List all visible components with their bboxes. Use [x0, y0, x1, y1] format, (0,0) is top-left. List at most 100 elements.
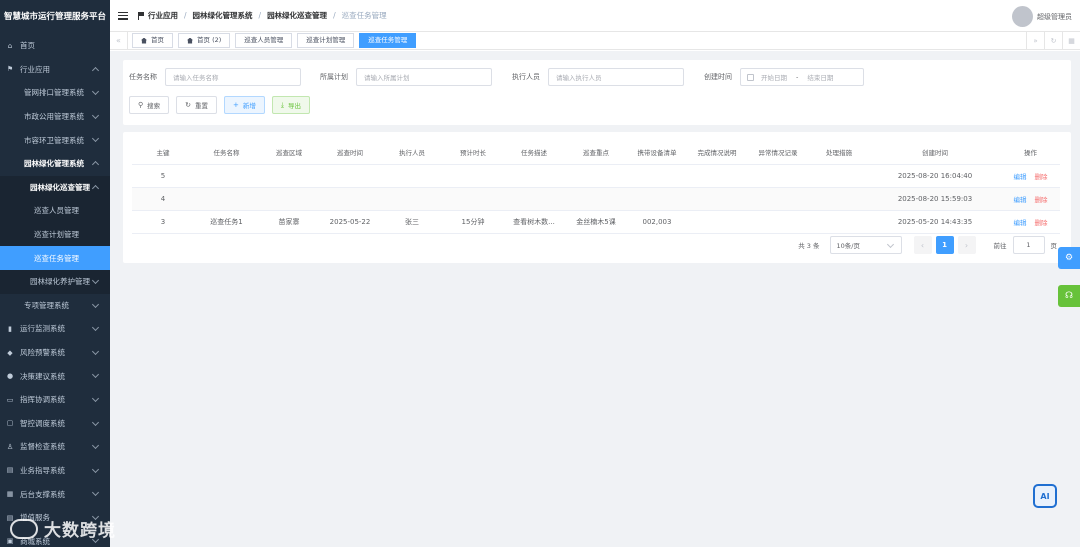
sidebar-item-monitor[interactable]: ▮ 运行监测系统	[0, 317, 110, 341]
scroll-right-icon[interactable]: »	[1026, 32, 1044, 49]
col-header: 创建时间	[869, 140, 1001, 165]
date-range-picker[interactable]: 开始日期 - 结束日期	[740, 68, 864, 86]
sidebar-item-patrol-staff[interactable]: 巡查人员管理	[0, 199, 110, 223]
search-button[interactable]: ⚲ 搜索	[129, 96, 170, 114]
ai-assistant-button[interactable]: AI	[1033, 484, 1057, 508]
refresh-icon[interactable]: ↻	[1044, 32, 1062, 49]
sidebar-item-home[interactable]: ⌂ 首页	[0, 34, 110, 58]
tag-patrol-staff[interactable]: 巡查人员管理	[235, 33, 293, 48]
form-item-task-name: 任务名称 请输入任务名称	[129, 68, 301, 86]
tag-label: 巡查计划管理	[306, 36, 346, 44]
goto-page-input[interactable]: 1	[1012, 236, 1045, 254]
sidebar-item-dispatch[interactable]: ▢ 智控调度系统	[0, 412, 110, 436]
service-float-button[interactable]: ☊	[1058, 285, 1080, 307]
user-menu[interactable]: 超级管理员	[1012, 6, 1072, 27]
settings-float-button[interactable]: ⚙	[1058, 247, 1080, 269]
sidebar-item-label: 专项管理系统	[24, 300, 69, 310]
table-row[interactable]: 3 巡查任务1 苗家寨 2025-05-22 张三 15分钟 查看树木数... …	[132, 210, 1060, 234]
breadcrumb-item[interactable]: 园林绿化巡查管理	[267, 10, 327, 21]
sidebar-item-municipal[interactable]: 市政公用管理系统	[0, 105, 110, 129]
tag-label: 巡查任务管理	[368, 36, 408, 44]
breadcrumb-item[interactable]: 行业应用	[148, 10, 178, 21]
col-header: 操作	[1001, 140, 1060, 165]
col-header: 完成情况说明	[687, 140, 747, 165]
add-button[interactable]: + 新增	[224, 96, 265, 114]
main-content: 任务名称 请输入任务名称 所属计划 请输入所属计划 执行人员 请输入执行人员 创…	[110, 51, 1080, 547]
sidebar-item-command[interactable]: ▭ 指挥协调系统	[0, 388, 110, 412]
table-header: 主键 任务名称 巡查区域 巡查时间 执行人员 预计时长 任务描述 巡查重点 携带…	[132, 140, 1060, 165]
executor-input[interactable]: 请输入执行人员	[548, 68, 684, 86]
delete-link[interactable]: 删除	[1035, 196, 1048, 204]
sidebar-item-pipe[interactable]: 管网排口管理系统	[0, 81, 110, 105]
sidebar-item-label: 园林绿化养护管理	[30, 277, 90, 287]
edit-link[interactable]: 编辑	[1014, 196, 1027, 204]
table-row[interactable]: 5 2025-08-20 16:04:40 编辑 删除	[132, 164, 1060, 188]
plan-label: 所属计划	[320, 73, 348, 81]
chevron-down-icon	[91, 347, 100, 355]
sidebar-item-patrol-plan[interactable]: 巡查计划管理	[0, 222, 110, 247]
breadcrumb-item[interactable]: 园林绿化管理系统	[193, 10, 253, 21]
sidebar-item-greening[interactable]: 园林绿化管理系统	[0, 152, 110, 176]
sidebar-item-label: 管网排口管理系统	[24, 88, 84, 98]
col-header: 主键	[132, 140, 194, 165]
table-card: 主键 任务名称 巡查区域 巡查时间 执行人员 预计时长 任务描述 巡查重点 携带…	[123, 132, 1071, 263]
chevron-down-icon	[91, 324, 100, 332]
prev-page-button[interactable]: ‹	[913, 236, 932, 254]
sidebar-item-label: 智控调度系统	[20, 418, 65, 428]
page-size-select[interactable]: 10条/页	[829, 236, 902, 254]
sidebar-item-greening-patrol[interactable]: 园林绿化巡查管理	[0, 175, 110, 200]
sidebar-item-guide[interactable]: ▤ 业务指导系统	[0, 459, 110, 483]
sidebar-item-backend[interactable]: ▦ 后台支撑系统	[0, 482, 110, 506]
form-item-plan: 所属计划 请输入所属计划	[320, 68, 492, 86]
edit-link[interactable]: 编辑	[1014, 219, 1027, 227]
sidebar-item-decision[interactable]: ● 决策建议系统	[0, 364, 110, 388]
sidebar-item-special[interactable]: 专项管理系统	[0, 294, 110, 318]
sidebar-item-label: 巡查任务管理	[34, 253, 79, 263]
sidebar-item-risk[interactable]: ◆ 风险预警系统	[0, 341, 110, 365]
sidebar-item-supervise[interactable]: ♙ 监督检查系统	[0, 435, 110, 459]
chevron-down-icon	[91, 111, 100, 119]
tag-label: 首页	[151, 36, 164, 44]
sidebar-item-label: 后台支撑系统	[20, 489, 65, 499]
sidebar-item-label: 巡查计划管理	[34, 230, 79, 240]
sidebar-item-label: 决策建议系统	[20, 371, 65, 381]
tag-patrol-plan[interactable]: 巡查计划管理	[297, 33, 355, 48]
sidebar-item-industry[interactable]: ⚑ 行业应用	[0, 58, 110, 82]
sidebar-item-label: 运行监测系统	[20, 324, 65, 334]
sidebar-item-label: 市政公用管理系统	[24, 112, 84, 122]
task-name-label: 任务名称	[129, 73, 157, 81]
sidebar-item-sanitation[interactable]: 市容环卫管理系统	[0, 128, 110, 152]
form-item-created: 创建时间 开始日期 - 结束日期	[704, 68, 864, 86]
bar-chart-icon: ▮	[8, 324, 12, 333]
tag-home[interactable]: 首页	[132, 33, 173, 48]
page-number[interactable]: 1	[935, 236, 954, 254]
table-row[interactable]: 4 2025-08-20 15:59:03 编辑 删除	[132, 187, 1060, 211]
headset-icon: ☊	[1065, 291, 1073, 301]
hamburger-icon[interactable]	[118, 11, 128, 20]
chevron-up-icon	[91, 184, 100, 192]
sidebar-item-greening-maintain[interactable]: 园林绿化养护管理	[0, 269, 110, 294]
edit-link[interactable]: 编辑	[1014, 173, 1027, 181]
navbar: 行业应用 / 园林绿化管理系统 / 园林绿化巡查管理 / 巡查任务管理 超级管理…	[110, 0, 1080, 32]
sidebar-item-label: 行业应用	[20, 64, 50, 74]
bell-icon: ◆	[7, 348, 13, 357]
next-page-button[interactable]: ›	[957, 236, 976, 254]
export-button[interactable]: ⤓ 导出	[271, 96, 310, 114]
search-icon: ⚲	[138, 101, 144, 109]
reset-button[interactable]: ↻ 重置	[176, 96, 218, 114]
scroll-left-icon[interactable]: «	[110, 32, 128, 49]
task-name-input[interactable]: 请输入任务名称	[165, 68, 301, 86]
flag-icon: ⚑	[6, 65, 14, 74]
grid-icon[interactable]: ▦	[1062, 32, 1080, 49]
breadcrumb: 行业应用 / 园林绿化管理系统 / 园林绿化巡查管理 / 巡查任务管理	[138, 10, 387, 21]
plan-input[interactable]: 请输入所属计划	[356, 68, 492, 86]
delete-link[interactable]: 删除	[1035, 173, 1048, 181]
sidebar-item-patrol-task[interactable]: 巡查任务管理	[0, 246, 110, 270]
sidebar-item-label: 首页	[20, 41, 35, 51]
tag-patrol-task[interactable]: 巡查任务管理	[359, 33, 417, 48]
delete-link[interactable]: 删除	[1035, 219, 1048, 227]
avatar[interactable]	[1012, 6, 1033, 27]
tag-home-2[interactable]: 首页 (2)	[178, 33, 231, 48]
pagination: 共 3 条 10条/页 ‹ 1 › 前往 1 页	[798, 236, 1057, 254]
col-header: 异常情况记录	[747, 140, 809, 165]
